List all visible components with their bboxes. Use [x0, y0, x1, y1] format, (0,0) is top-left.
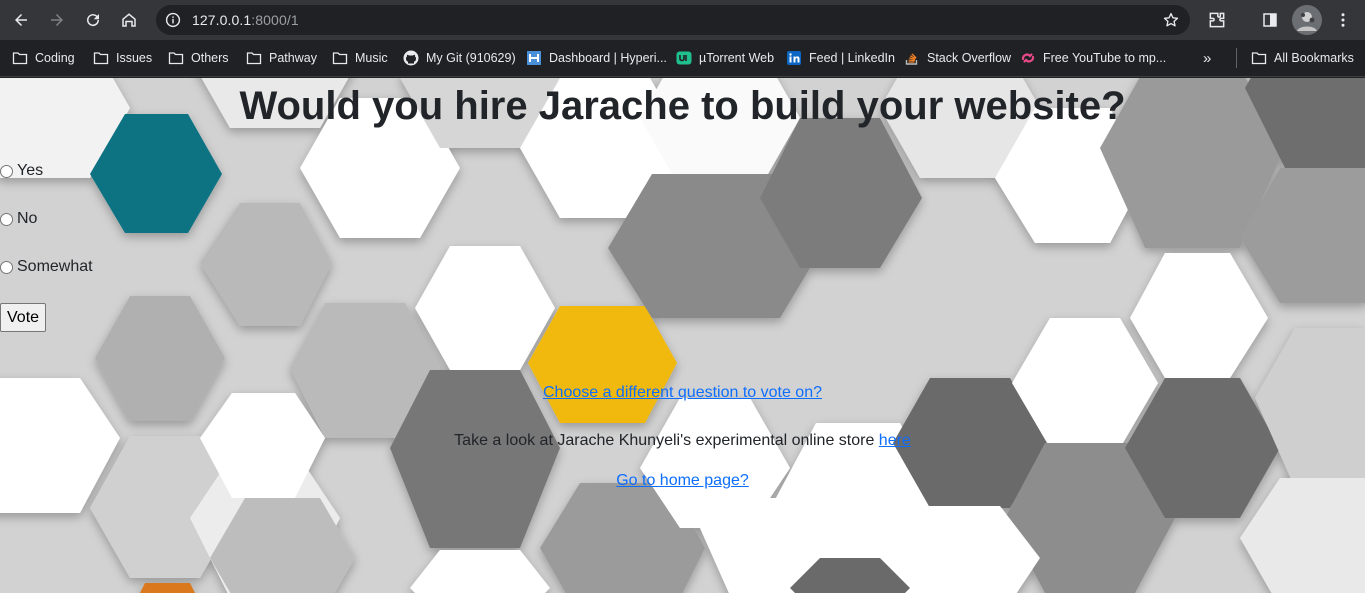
choice-no[interactable]: No [0, 210, 37, 228]
browser-toolbar: 127.0.0.1:8000/1 [0, 0, 1365, 40]
different-question-line: Choose a different question to vote on? [0, 384, 1365, 402]
bookmark-label: Stack Overflow [927, 51, 1012, 65]
utorrent-icon [676, 50, 692, 66]
home-icon[interactable] [115, 6, 143, 34]
bookmark-label: Feed | LinkedIn [809, 51, 895, 65]
bookmark-star-icon[interactable] [1162, 11, 1180, 29]
profile-avatar[interactable] [1292, 5, 1322, 35]
folder-icon [1251, 50, 1267, 66]
reload-icon[interactable] [79, 6, 107, 34]
side-panel-icon[interactable] [1256, 6, 1284, 34]
bookmark-folder-others[interactable]: Others [168, 48, 229, 68]
choice-label-yes: Yes [17, 162, 44, 179]
bookmarks-bar: Coding Issues Others Pathway Music My Gi… [0, 40, 1365, 77]
folder-icon [12, 50, 28, 66]
bookmark-linkedin-feed[interactable]: Feed | LinkedIn [786, 48, 895, 68]
different-question-link[interactable]: Choose a different question to vote on? [543, 384, 822, 401]
all-bookmarks-button[interactable]: All Bookmarks [1251, 48, 1354, 68]
bookmark-label: µTorrent Web [699, 51, 775, 65]
bookmarks-overflow-button[interactable]: » [1203, 48, 1211, 68]
bookmark-stack-overflow[interactable]: Stack Overflow [904, 48, 1011, 68]
home-page-link[interactable]: Go to home page? [616, 472, 749, 489]
bookmark-my-git[interactable]: My Git (910629) [403, 48, 516, 68]
site-info-icon[interactable] [164, 11, 182, 29]
url-text: 127.0.0.1:8000/1 [192, 12, 299, 28]
radio-somewhat[interactable] [0, 260, 13, 274]
bookmark-label: Issues [116, 51, 153, 65]
bookmark-label: My Git (910629) [426, 51, 516, 65]
choice-label-no: No [17, 210, 38, 227]
bookmarks-separator [1236, 48, 1237, 68]
folder-icon [332, 50, 348, 66]
github-icon [403, 50, 419, 66]
hexagon-background [0, 78, 1365, 593]
choice-label-somewhat: Somewhat [17, 258, 93, 275]
bookmark-folder-pathway[interactable]: Pathway [246, 48, 317, 68]
bookmark-label: Others [191, 51, 229, 65]
store-text: Take a look at Jarache Khunyeli's experi… [454, 432, 879, 449]
stackoverflow-icon [904, 50, 920, 66]
bookmark-dashboard-hyperion[interactable]: Dashboard | Hyperi... [526, 48, 667, 68]
linkedin-icon [786, 50, 802, 66]
bookmark-label: Free YouTube to mp... [1043, 51, 1167, 65]
hyperiondev-icon [526, 50, 542, 66]
extensions-icon[interactable] [1203, 6, 1231, 34]
url-path: :8000/1 [251, 12, 299, 28]
store-link[interactable]: here [879, 432, 911, 449]
choice-yes[interactable]: Yes [0, 162, 43, 180]
address-bar[interactable]: 127.0.0.1:8000/1 [156, 5, 1190, 35]
home-line: Go to home page? [0, 472, 1365, 490]
bookmark-free-youtube-mp3[interactable]: Free YouTube to mp... [1020, 48, 1166, 68]
back-arrow-icon[interactable] [7, 6, 35, 34]
youtube-converter-icon [1020, 50, 1036, 66]
bookmark-folder-coding[interactable]: Coding [12, 48, 75, 68]
bookmark-folder-issues[interactable]: Issues [93, 48, 152, 68]
bookmark-label: Pathway [269, 51, 317, 65]
bookmark-label: Dashboard | Hyperi... [549, 51, 667, 65]
forward-arrow-icon[interactable] [43, 6, 71, 34]
folder-icon [246, 50, 262, 66]
bookmark-folder-music[interactable]: Music [332, 48, 388, 68]
store-line: Take a look at Jarache Khunyeli's experi… [0, 432, 1365, 450]
folder-icon [168, 50, 184, 66]
choice-somewhat[interactable]: Somewhat [0, 258, 93, 276]
bookmark-utorrent-web[interactable]: µTorrent Web [676, 48, 774, 68]
kebab-menu-icon[interactable] [1329, 6, 1357, 34]
all-bookmarks-label: All Bookmarks [1274, 51, 1354, 65]
poll-question-heading: Would you hire Jarache to build your web… [239, 84, 1126, 128]
radio-yes[interactable] [0, 164, 13, 178]
folder-icon [93, 50, 109, 66]
bookmark-label: Coding [35, 51, 75, 65]
url-host: 127.0.0.1 [192, 12, 252, 28]
bookmark-label: Music [355, 51, 388, 65]
radio-no[interactable] [0, 212, 13, 226]
vote-button[interactable]: Vote [0, 303, 47, 332]
page-viewport: Would you hire Jarache to build your web… [0, 78, 1365, 593]
